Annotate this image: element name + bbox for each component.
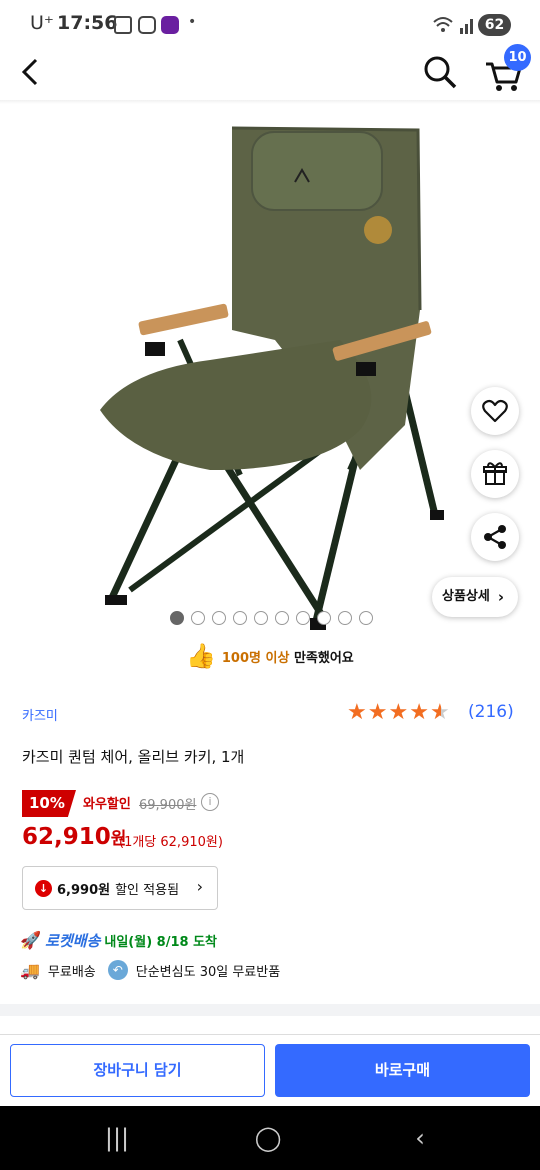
more-notifications-icon: • xyxy=(188,14,197,30)
coupon-discount-button[interactable]: ↓ 6,990원 할인 적용됨 › xyxy=(22,866,218,910)
section-divider xyxy=(0,1004,540,1016)
star-icon: ★ xyxy=(388,700,409,725)
product-title: 카즈미 퀀텀 체어, 올리브 카키, 1개 xyxy=(22,748,245,766)
satisfaction-count: 100명 이상 xyxy=(221,650,290,666)
status-bar: U⁺ 17:56 • 62 xyxy=(0,0,540,50)
wifi-signal-icon xyxy=(433,17,473,34)
delivery-info-row: 🚚 무료배송 ↶ 단순변심도 30일 무료반품 xyxy=(20,960,280,980)
gift-icon xyxy=(483,462,507,485)
rating-stars[interactable]: ★ ★ ★ ★ ★ xyxy=(347,701,450,725)
return-icon: ↶ xyxy=(107,960,128,980)
rocket-delivery-logo: 로켓배송 xyxy=(45,932,101,950)
recent-apps-icon[interactable]: ||| xyxy=(87,1106,147,1170)
gallery-dot[interactable] xyxy=(359,611,373,625)
sale-price: 62,910원 xyxy=(22,824,126,850)
review-count-link[interactable]: (216) xyxy=(468,702,514,722)
star-icon: ★ xyxy=(429,700,450,725)
gallery-dot[interactable] xyxy=(275,611,289,625)
product-detail-label: 상품상세 xyxy=(442,589,490,604)
carrier-label: U⁺ xyxy=(30,12,54,34)
gallery-dot[interactable] xyxy=(254,611,268,625)
coupon-label: 할인 적용됨 xyxy=(115,882,180,898)
add-to-cart-button[interactable]: 장바구니 담기 xyxy=(10,1044,265,1097)
chevron-right-icon: › xyxy=(497,588,504,606)
wow-discount-label: 와우할인 xyxy=(83,797,131,812)
chevron-left-icon xyxy=(21,58,38,86)
gift-button[interactable] xyxy=(471,450,519,498)
gallery-dot[interactable] xyxy=(170,611,184,625)
product-image[interactable] xyxy=(60,110,480,640)
sale-price-value: 62,910 xyxy=(22,824,111,850)
search-button[interactable] xyxy=(420,52,460,92)
rocket-icon: 🚀 xyxy=(20,930,42,951)
gallery-dot[interactable] xyxy=(233,611,247,625)
status-time: 17:56 xyxy=(57,12,118,34)
original-price: 69,900원 xyxy=(139,798,197,813)
product-detail-button[interactable]: 상품상세 › xyxy=(432,577,518,617)
discount-rate-badge: 10% xyxy=(22,790,76,817)
cart-count-badge: 10 xyxy=(504,44,531,71)
action-bar-divider xyxy=(0,1034,540,1035)
delivery-eta: 내일(월) 8/18 도착 xyxy=(104,935,217,950)
satisfaction-text: 만족했어요 xyxy=(289,650,354,666)
arrow-down-icon: ↓ xyxy=(35,879,52,897)
truck-icon: 🚚 xyxy=(20,960,40,980)
gallery-notification-icon xyxy=(114,16,132,34)
back-nav-icon[interactable]: ‹ xyxy=(390,1106,450,1170)
star-icon: ★ xyxy=(367,700,388,725)
home-icon[interactable]: ◯ xyxy=(238,1106,298,1170)
satisfaction-banner: 👍 100명 이상 만족했어요 xyxy=(186,640,354,672)
coupon-amount: 6,990원 xyxy=(57,882,111,898)
chevron-right-icon: › xyxy=(196,877,203,896)
thumbs-up-icon: 👍 xyxy=(186,642,216,670)
battery-indicator: 62 xyxy=(478,14,511,36)
gallery-dot[interactable] xyxy=(296,611,310,625)
header-divider xyxy=(0,100,540,104)
star-icon: ★ xyxy=(347,700,367,725)
buy-now-button[interactable]: 바로구매 xyxy=(275,1044,530,1097)
gallery-dot[interactable] xyxy=(191,611,205,625)
gallery-dot[interactable] xyxy=(338,611,352,625)
app-notification-icon xyxy=(161,16,179,34)
rocket-delivery-row: 🚀 로켓배송 내일(월) 8/18 도착 xyxy=(20,930,217,951)
free-shipping-label: 무료배송 xyxy=(47,964,96,980)
gallery-pagination xyxy=(170,611,380,625)
back-button[interactable] xyxy=(16,56,48,88)
brand-link[interactable]: 카즈미 xyxy=(22,705,58,724)
heart-icon xyxy=(482,399,508,423)
gallery-dot[interactable] xyxy=(317,611,331,625)
gallery-dot[interactable] xyxy=(212,611,226,625)
star-icon: ★ xyxy=(409,700,429,725)
share-icon xyxy=(484,525,506,549)
info-icon[interactable]: i xyxy=(201,793,219,811)
search-icon xyxy=(424,56,457,89)
wishlist-button[interactable] xyxy=(471,387,519,435)
share-button[interactable] xyxy=(471,513,519,561)
unit-price: (1개당 62,910원) xyxy=(119,835,223,850)
shopping-notification-icon xyxy=(138,16,156,34)
return-policy-label: 단순변심도 30일 무료반품 xyxy=(135,964,281,980)
